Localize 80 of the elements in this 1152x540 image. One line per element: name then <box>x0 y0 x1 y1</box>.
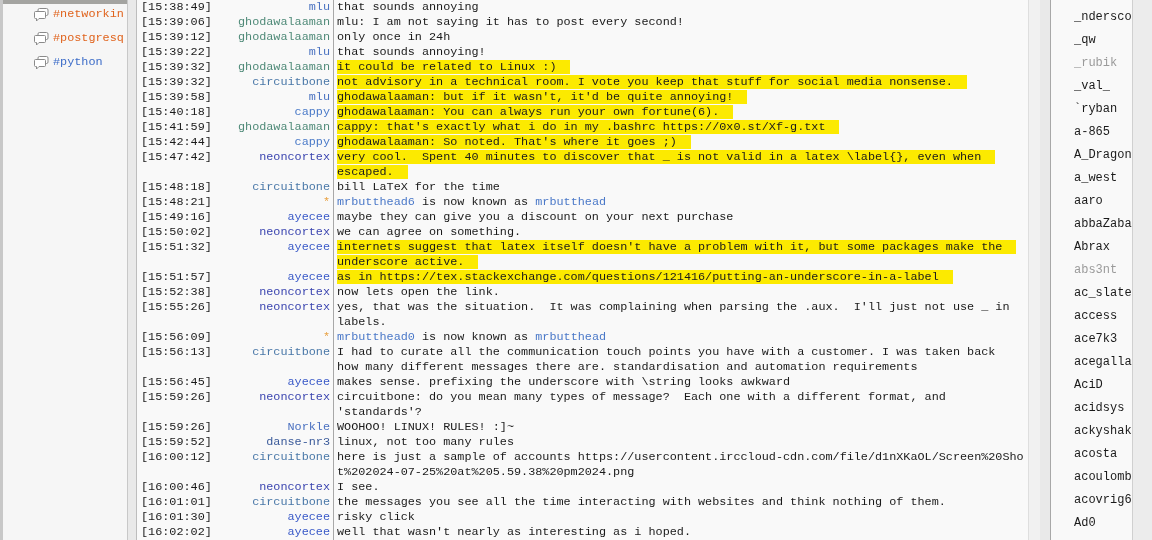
message-text: I see. <box>337 480 381 495</box>
message-text: internets suggest that latex itself doesn't have a problem with it, but some packages make the underscore active. <box>337 240 1028 270</box>
nickname[interactable]: cappy <box>294 105 330 120</box>
nickname[interactable]: ayecee <box>287 240 330 270</box>
message-text: that sounds annoying <box>337 0 480 15</box>
nickname[interactable]: neoncortex <box>259 480 330 495</box>
message-text: well that wasn't nearly as interesting as i hoped. <box>337 525 692 540</box>
message-text: it could be related to Linux :) <box>337 60 1028 75</box>
message-text: now lets open the link. <box>337 285 501 300</box>
nickname[interactable]: neoncortex <box>259 285 330 300</box>
user-name[interactable]: a-865 <box>1074 124 1132 140</box>
user-name[interactable]: acoulomb <box>1074 469 1132 485</box>
nickname[interactable]: Norkle <box>287 420 330 435</box>
message-text: circuitbone: do you mean many types of message? Each one with a different format, and 'standards'? <box>337 390 947 420</box>
nickname[interactable]: ayecee <box>287 210 330 225</box>
message-text: we can agree on something. <box>337 225 523 240</box>
user-name[interactable]: Abrax <box>1074 239 1132 255</box>
message-text: the messages you see all the time interacting with websites and think nothing of them. <box>337 495 947 510</box>
nickname[interactable]: neoncortex <box>259 150 330 180</box>
nick-change-message: mrbutthead6 is now known as mrbutthead <box>337 195 608 210</box>
user-name[interactable]: AciD <box>1074 377 1132 393</box>
user-name[interactable]: _qw <box>1074 32 1132 48</box>
event-marker: * <box>322 195 330 210</box>
nickname[interactable]: circuitbone <box>252 450 330 480</box>
nickname[interactable]: circuitbone <box>252 495 330 510</box>
nickname[interactable]: circuitbone <box>252 75 330 90</box>
nickname[interactable]: ayecee <box>287 375 330 390</box>
nickname[interactable]: circuitbone <box>252 180 330 195</box>
message-text: maybe they can give you a discount on your next purchase <box>337 210 735 225</box>
nickname[interactable]: mlu <box>308 90 330 105</box>
user-name[interactable]: acegalla <box>1074 354 1132 370</box>
nickname[interactable]: ghodawalaaman <box>237 60 330 75</box>
user-name[interactable]: _val_ <box>1074 78 1132 94</box>
message-text: here is just a sample of accounts https://usercontent.irccloud-cdn.com/file/d1nXKaOL/Screen%20Sho t%202024-07-25%20at%205.59.38%20pm2024.png <box>337 450 1025 480</box>
message-text: bill LaTeX for the time <box>337 180 501 195</box>
chat-bubbles-icon <box>34 8 49 22</box>
message-text: makes sense. prefixing the underscore with \string looks awkward <box>337 375 792 390</box>
nickname[interactable]: ghodawalaaman <box>237 15 330 30</box>
scrollbar-track[interactable] <box>1028 0 1040 540</box>
message-text: yes, that was the situation. It was complaining when parsing the .aux. I'll just not use _ in labels. <box>337 300 1011 330</box>
user-name[interactable]: ackyshak <box>1074 423 1132 439</box>
nickname[interactable]: ghodawalaaman <box>237 30 330 45</box>
user-name[interactable]: access <box>1074 308 1132 324</box>
user-name[interactable]: A_Dragon <box>1074 147 1132 163</box>
nickname[interactable]: mlu <box>308 0 330 15</box>
nickname[interactable]: neoncortex <box>259 390 330 420</box>
nickname[interactable]: danse-nr3 <box>266 435 330 450</box>
user-name[interactable]: acovrig6 <box>1074 492 1132 508</box>
message-text: only once in 24h <box>337 30 452 45</box>
message-text: WOOHOO! LINUX! RULES! :]~ <box>337 420 515 435</box>
user-name[interactable]: abbaZaba <box>1074 216 1132 232</box>
message-text: very cool. Spent 40 minutes to discover that _ is not valid in a latex \label{}, even when escaped. <box>337 150 1028 180</box>
nickname[interactable]: ghodawalaaman <box>237 120 330 135</box>
message-text: risky click <box>337 510 416 525</box>
nickname[interactable]: mlu <box>308 45 330 60</box>
nick-change-message: mrbutthead0 is now known as mrbutthead <box>337 330 608 345</box>
user-name[interactable]: a_west <box>1074 170 1132 186</box>
nickname[interactable]: ayecee <box>287 525 330 540</box>
message-text: mlu: I am not saying it has to post every second! <box>337 15 685 30</box>
nickname[interactable]: ayecee <box>287 510 330 525</box>
channel-item[interactable]: #python <box>34 55 103 71</box>
nickname[interactable]: circuitbone <box>252 345 330 375</box>
nickname[interactable]: neoncortex <box>259 300 330 330</box>
message-text: ghodawalaaman: So noted. That's where it goes ;) <box>337 135 1028 150</box>
nickname[interactable]: ayecee <box>287 270 330 285</box>
event-marker: * <box>322 330 330 345</box>
nickname[interactable]: neoncortex <box>259 225 330 240</box>
user-name[interactable]: acidsys <box>1074 400 1132 416</box>
chat-bubbles-icon <box>34 56 49 70</box>
message-text: linux, not too many rules <box>337 435 515 450</box>
user-name[interactable]: Ad0 <box>1074 515 1132 531</box>
user-name[interactable]: ace7k3 <box>1074 331 1132 347</box>
user-name[interactable]: acosta <box>1074 446 1132 462</box>
chat-bubbles-icon <box>34 32 49 46</box>
user-name[interactable]: ac_slate <box>1074 285 1132 301</box>
user-name[interactable]: aaro <box>1074 193 1132 209</box>
user-name[interactable]: _ndersco <box>1074 9 1132 25</box>
nickname[interactable]: cappy <box>294 135 330 150</box>
message-text: that sounds annoying! <box>337 45 487 60</box>
user-name[interactable]: `ryban <box>1074 101 1132 117</box>
